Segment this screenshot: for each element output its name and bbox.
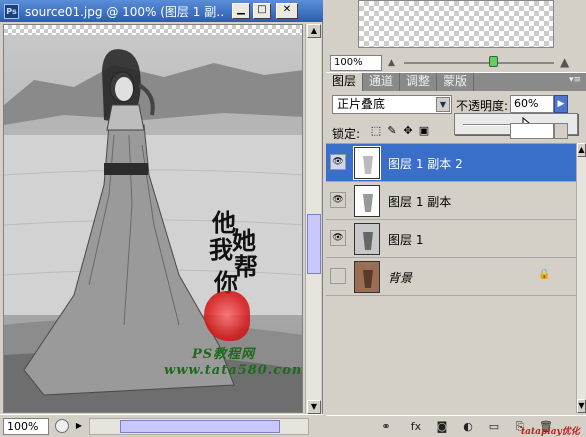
document-canvas[interactable]: 他 她 我 帮 你 PS教程网 www.tata580.com [3, 24, 303, 413]
layer-thumbnail [353, 146, 381, 180]
document-window: Ps source01.jpg @ 100% (图层 1 副… ▁ □ ✕ 他 … [0, 0, 323, 437]
layer-list: 👁 图层 1 副本 2 👁 图层 1 副本 👁 图层 1 背景 🔒 [326, 143, 576, 413]
navigator-zoom-field[interactable]: 100% [330, 55, 382, 71]
chevron-down-icon[interactable]: ▼ [436, 97, 450, 112]
lock-label: 锁定: [332, 127, 361, 141]
scroll-down-arrow-icon[interactable]: ▼ [307, 400, 321, 414]
layer-row[interactable]: 👁 图层 1 [326, 220, 576, 258]
maximize-button[interactable]: □ [253, 3, 271, 19]
layers-scrollbar[interactable]: ▲ ▼ [576, 143, 586, 413]
panel-menu-icon[interactable]: ▾≡ [568, 75, 582, 87]
lock-icon: 🔒 [538, 269, 551, 280]
layer-row[interactable]: 背景 🔒 [326, 258, 576, 296]
red-seal-stamp [204, 291, 250, 341]
zoom-level-field[interactable]: 100% [3, 417, 49, 435]
navigator-zoom-knob[interactable] [489, 56, 498, 67]
layers-panel: 图层 通道 调整 蒙版 ▾≡ 正片叠底 ▼ 不透明度: 60% ▶ 锁定: ⬚ … [326, 72, 586, 437]
navigator-zoom-slider[interactable] [404, 62, 554, 64]
blend-mode-select[interactable]: 正片叠底 ▼ [332, 95, 452, 114]
vertical-scroll-thumb[interactable] [307, 214, 321, 274]
photoshop-app-icon: Ps [4, 3, 19, 19]
mask-icon[interactable]: ◙ [434, 420, 450, 434]
layer-row[interactable]: 👁 图层 1 副本 [326, 182, 576, 220]
fill-slider-toggle-icon[interactable] [554, 123, 568, 139]
layer-name: 图层 1 [388, 233, 424, 247]
scroll-down-arrow-icon[interactable]: ▼ [577, 399, 586, 413]
close-button[interactable]: ✕ [276, 3, 298, 19]
link-icon[interactable]: ⚭ [378, 420, 394, 434]
navigator-preview[interactable] [358, 0, 554, 48]
vertical-scrollbar[interactable]: ▲ ▼ [305, 24, 321, 414]
small-mountain-icon[interactable]: ▲ [388, 58, 395, 68]
blend-mode-value: 正片叠底 [337, 97, 386, 111]
document-title-bar[interactable]: Ps source01.jpg @ 100% (图层 1 副… ▁ □ ✕ [0, 0, 323, 22]
layer-thumbnail [354, 223, 380, 255]
sketch-artwork [4, 49, 302, 412]
scroll-up-arrow-icon[interactable]: ▲ [577, 143, 586, 157]
lock-all-icon[interactable]: ▣ [418, 125, 430, 137]
document-title: source01.jpg @ 100% (图层 1 副… [25, 4, 225, 19]
fill-input[interactable] [510, 123, 554, 139]
tab-layers[interactable]: 图层 [326, 73, 364, 91]
layer-name: 背景 [388, 271, 413, 285]
tab-masks[interactable]: 蒙版 [437, 73, 475, 91]
eye-icon[interactable]: 👁 [330, 192, 346, 208]
lock-transparency-icon[interactable]: ⬚ [370, 125, 382, 137]
layer-name: 图层 1 副本 2 [388, 157, 463, 171]
horizontal-scrollbar[interactable] [89, 417, 309, 435]
tab-channels[interactable]: 通道 [363, 73, 401, 91]
status-menu-arrow-icon[interactable]: ▶ [73, 419, 85, 433]
folder-icon[interactable]: ▭ [486, 420, 502, 434]
photoshop-workspace: Ps source01.jpg @ 100% (图层 1 副… ▁ □ ✕ 他 … [0, 0, 586, 437]
lock-position-icon[interactable]: ✥ [402, 125, 414, 137]
watermark-url: www.tata580.com [164, 363, 303, 378]
document-status-bar: 100% ▶ [0, 414, 323, 437]
big-mountain-icon[interactable]: ▲ [560, 55, 569, 69]
eye-icon[interactable]: 👁 [330, 230, 346, 246]
scroll-up-arrow-icon[interactable]: ▲ [307, 24, 321, 38]
panel-tabs: 图层 通道 调整 蒙版 ▾≡ [326, 73, 586, 91]
layer-name: 图层 1 副本 [388, 195, 452, 209]
adjustment-icon[interactable]: ◐ [460, 420, 476, 434]
fx-icon[interactable]: fx [408, 420, 424, 434]
layer-thumbnail [354, 185, 380, 217]
layer-thumbnail [354, 261, 380, 293]
lock-pixels-icon[interactable]: ✎ [386, 125, 398, 137]
navigator-panel: 100% ▲ ▲ [326, 0, 586, 71]
minimize-button[interactable]: ▁ [232, 3, 250, 19]
opacity-input[interactable]: 60% [510, 95, 554, 113]
eye-icon[interactable]: 👁 [330, 154, 346, 170]
visibility-toggle-empty[interactable] [330, 268, 346, 284]
status-info-icon[interactable] [55, 419, 69, 433]
corner-watermark: tataplay优化 [521, 427, 580, 437]
watermark-title: PS教程网 [192, 347, 256, 362]
layer-row[interactable]: 👁 图层 1 副本 2 [326, 144, 576, 182]
horizontal-scroll-thumb[interactable] [120, 419, 280, 433]
opacity-label: 不透明度: [456, 99, 509, 113]
tab-adjustments[interactable]: 调整 [400, 73, 438, 91]
calligraphy-char-3: 我 [209, 235, 233, 264]
opacity-slider-toggle-icon[interactable]: ▶ [554, 95, 568, 113]
